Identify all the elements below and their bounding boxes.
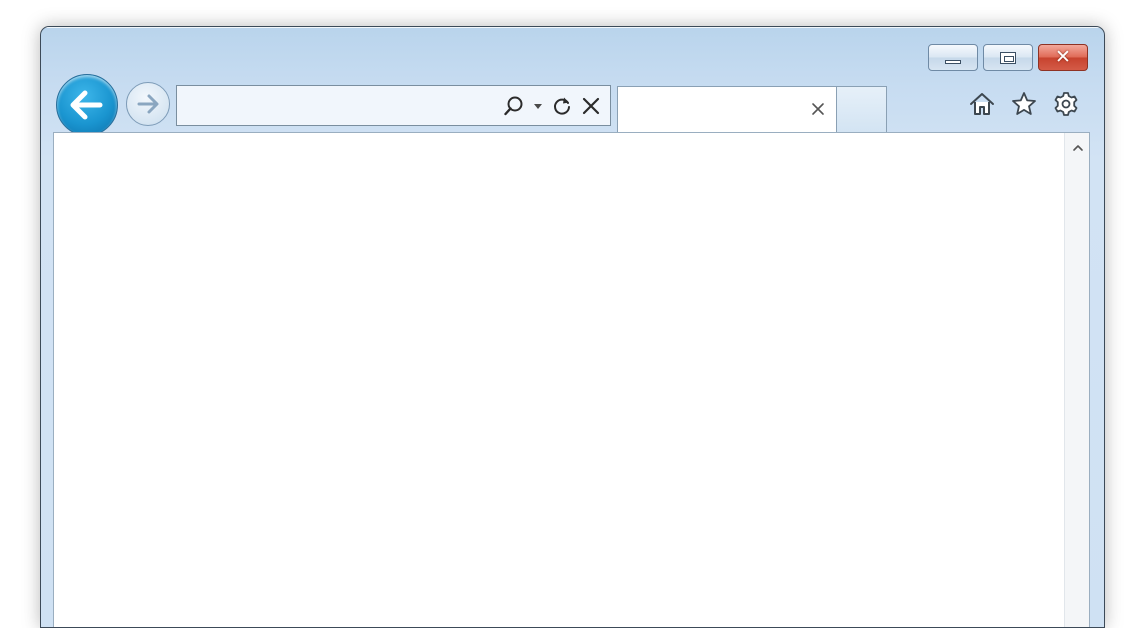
stop-icon[interactable] xyxy=(580,95,602,117)
search-icon[interactable] xyxy=(502,94,526,118)
scroll-up-arrow-icon[interactable] xyxy=(1065,141,1090,155)
address-bar-icons xyxy=(502,86,602,125)
address-input[interactable] xyxy=(183,86,487,127)
settings-gear-icon[interactable] xyxy=(1052,90,1080,118)
browser-tab[interactable] xyxy=(617,86,837,132)
forward-arrow-icon xyxy=(137,94,159,114)
browser-window: ✕ xyxy=(40,26,1105,628)
refresh-icon[interactable] xyxy=(550,94,574,118)
page-content-area[interactable] xyxy=(53,132,1090,627)
home-icon[interactable] xyxy=(968,90,996,118)
favorites-star-icon[interactable] xyxy=(1010,90,1038,118)
forward-button[interactable] xyxy=(126,82,170,126)
new-tab-button[interactable] xyxy=(837,86,887,132)
address-bar xyxy=(176,85,611,127)
caption-buttons: ✕ xyxy=(928,44,1088,71)
dropdown-arrow-icon[interactable] xyxy=(532,94,544,118)
restore-icon xyxy=(1000,51,1016,64)
tools-icons xyxy=(968,90,1080,118)
close-tab-icon[interactable] xyxy=(810,101,826,117)
maximize-button[interactable] xyxy=(983,44,1033,71)
back-arrow-icon xyxy=(70,90,103,120)
minimize-icon xyxy=(945,59,961,64)
vertical-scrollbar[interactable] xyxy=(1064,133,1090,627)
close-icon: ✕ xyxy=(1055,47,1071,68)
close-window-button[interactable]: ✕ xyxy=(1038,44,1088,71)
back-button[interactable] xyxy=(56,74,118,136)
minimize-button[interactable] xyxy=(928,44,978,71)
